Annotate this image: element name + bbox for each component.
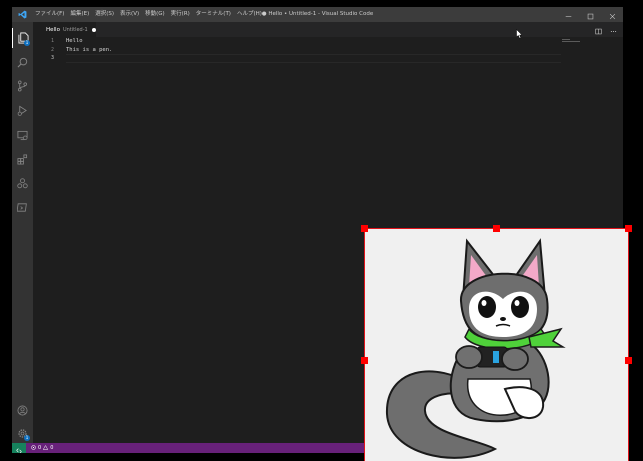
tab-hello[interactable]: Hello Untitled-1 bbox=[33, 22, 96, 42]
resize-handle-left[interactable] bbox=[361, 357, 368, 364]
error-count: 0 bbox=[38, 445, 42, 451]
tab-label: Hello bbox=[46, 26, 60, 33]
menu-terminal[interactable]: ターミナル(T) bbox=[193, 7, 234, 22]
menu-selection[interactable]: 選択(S) bbox=[92, 7, 117, 22]
remote-explorer-icon bbox=[17, 126, 28, 145]
code-line-current[interactable] bbox=[66, 54, 561, 63]
remote-icon bbox=[16, 439, 22, 453]
minimize-button[interactable] bbox=[557, 7, 579, 22]
error-icon bbox=[31, 444, 36, 452]
tree-icon bbox=[17, 174, 28, 193]
resize-handle-top-left[interactable] bbox=[361, 225, 368, 232]
cat-character-image bbox=[385, 238, 566, 459]
explorer-button[interactable]: 1 bbox=[12, 28, 33, 48]
menu-run[interactable]: 実行(R) bbox=[168, 7, 193, 22]
line-number: 1 bbox=[50, 38, 54, 44]
menu-go[interactable]: 移動(G) bbox=[142, 7, 168, 22]
extensions-icon bbox=[17, 150, 28, 169]
resize-handle-top-right[interactable] bbox=[625, 225, 632, 232]
menu-bar: ファイル(F) 編集(E) 選択(S) 表示(V) 移動(G) 実行(R) ター… bbox=[32, 7, 265, 22]
image-frame[interactable] bbox=[361, 225, 632, 461]
text-file-icon bbox=[39, 27, 44, 42]
vscode-logo-icon[interactable] bbox=[14, 7, 30, 22]
line-number: 2 bbox=[50, 46, 54, 53]
line-number: 3 bbox=[50, 55, 54, 61]
settings-badge: 1 bbox=[24, 435, 30, 441]
minimap-line bbox=[562, 38, 570, 40]
terminal-panel-button[interactable] bbox=[12, 197, 33, 217]
remote-indicator[interactable] bbox=[12, 443, 26, 453]
resize-handle-top[interactable] bbox=[493, 225, 500, 232]
search-button[interactable] bbox=[12, 52, 33, 72]
terminal-icon bbox=[16, 198, 28, 217]
source-control-button[interactable] bbox=[12, 76, 33, 96]
source-control-icon bbox=[17, 77, 28, 96]
menu-edit[interactable]: 編集(E) bbox=[67, 7, 92, 22]
activity-bar: 1 1 bbox=[12, 22, 33, 443]
explorer-badge: 1 bbox=[24, 40, 30, 46]
line-number-gutter: 1 2 3 bbox=[33, 37, 63, 63]
editor-actions bbox=[595, 22, 617, 37]
resize-handle-right[interactable] bbox=[625, 357, 632, 364]
menu-help[interactable]: ヘルプ(H) bbox=[234, 7, 265, 22]
extensions-button[interactable] bbox=[12, 149, 33, 169]
code-line[interactable]: Hello bbox=[66, 37, 561, 46]
warning-count: 0 bbox=[50, 445, 54, 451]
unsaved-dot-icon[interactable] bbox=[91, 27, 96, 32]
account-icon bbox=[17, 401, 28, 420]
remote-explorer-button[interactable] bbox=[12, 125, 33, 145]
warning-icon bbox=[43, 444, 49, 452]
editor-tab-bar: Hello Untitled-1 bbox=[33, 22, 623, 42]
menu-view[interactable]: 表示(V) bbox=[117, 7, 142, 22]
minimap[interactable] bbox=[562, 37, 620, 59]
minimap-line bbox=[562, 41, 580, 43]
tree-view-button[interactable] bbox=[12, 173, 33, 193]
run-debug-button[interactable] bbox=[12, 100, 33, 120]
code-line[interactable]: This is a pen. bbox=[66, 46, 561, 55]
account-button[interactable] bbox=[12, 400, 33, 420]
tab-description: Untitled-1 bbox=[62, 26, 88, 33]
problems-indicator[interactable]: 0 0 bbox=[31, 444, 54, 452]
search-icon bbox=[17, 53, 28, 72]
run-debug-icon bbox=[17, 101, 28, 120]
code-area[interactable]: Hello This is a pen. bbox=[66, 37, 561, 63]
menu-file[interactable]: ファイル(F) bbox=[32, 7, 67, 22]
mouse-cursor-icon bbox=[516, 24, 523, 43]
title-bar: ファイル(F) 編集(E) 選択(S) 表示(V) 移動(G) 実行(R) ター… bbox=[12, 7, 623, 22]
